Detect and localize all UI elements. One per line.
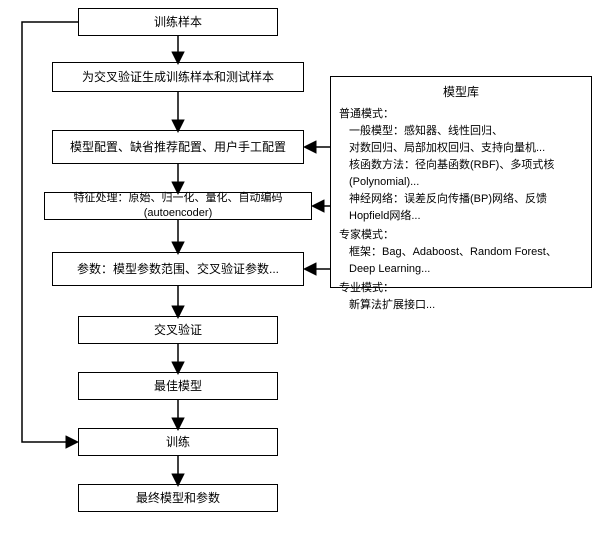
node-feature-processing: 特征处理：原始、归一化、量化、自动编码(autoencoder) — [44, 192, 312, 220]
node-label: 模型配置、缺省推荐配置、用户手工配置 — [70, 139, 286, 155]
section-heading: 专业模式： — [339, 280, 583, 297]
node-label: 训练样本 — [154, 14, 202, 30]
panel-section-common: 普通模式： 一般模型：感知器、线性回归、 对数回归、局部加权回归、支持向量机..… — [339, 106, 583, 225]
panel-section-expert: 专家模式： 框架：Bag、Adaboost、Random Forest、Deep… — [339, 227, 583, 278]
panel-line: 新算法扩展接口... — [339, 297, 583, 314]
node-label: 交叉验证 — [154, 322, 202, 338]
node-label: 训练 — [166, 434, 190, 450]
panel-section-pro: 专业模式： 新算法扩展接口... — [339, 280, 583, 314]
node-label: 最佳模型 — [154, 378, 202, 394]
diagram-canvas: 训练样本 为交叉验证生成训练样本和测试样本 模型配置、缺省推荐配置、用户手工配置… — [0, 0, 601, 537]
section-heading: 专家模式： — [339, 227, 583, 244]
panel-title: 模型库 — [339, 83, 583, 102]
panel-line: 一般模型：感知器、线性回归、 — [339, 123, 583, 140]
node-parameters: 参数：模型参数范围、交叉验证参数... — [52, 252, 304, 286]
node-label: 最终模型和参数 — [136, 490, 220, 506]
section-heading: 普通模式： — [339, 106, 583, 123]
model-library-panel: 模型库 普通模式： 一般模型：感知器、线性回归、 对数回归、局部加权回归、支持向… — [330, 76, 592, 288]
node-model-config: 模型配置、缺省推荐配置、用户手工配置 — [52, 130, 304, 164]
node-cross-validation: 交叉验证 — [78, 316, 278, 344]
node-label: 参数：模型参数范围、交叉验证参数... — [77, 261, 279, 277]
panel-line: 核函数方法：径向基函数(RBF)、多项式核(Polynomial)... — [339, 157, 583, 191]
panel-line: 框架：Bag、Adaboost、Random Forest、Deep Learn… — [339, 244, 583, 278]
node-generate-cv-sets: 为交叉验证生成训练样本和测试样本 — [52, 62, 304, 92]
node-label: 特征处理：原始、归一化、量化、自动编码(autoencoder) — [49, 191, 307, 221]
node-final-model: 最终模型和参数 — [78, 484, 278, 512]
node-best-model: 最佳模型 — [78, 372, 278, 400]
node-label: 为交叉验证生成训练样本和测试样本 — [82, 69, 274, 85]
panel-line: 神经网络：误差反向传播(BP)网络、反馈Hopfield网络... — [339, 191, 583, 225]
node-train: 训练 — [78, 428, 278, 456]
node-training-samples: 训练样本 — [78, 8, 278, 36]
panel-line: 对数回归、局部加权回归、支持向量机... — [339, 140, 583, 157]
